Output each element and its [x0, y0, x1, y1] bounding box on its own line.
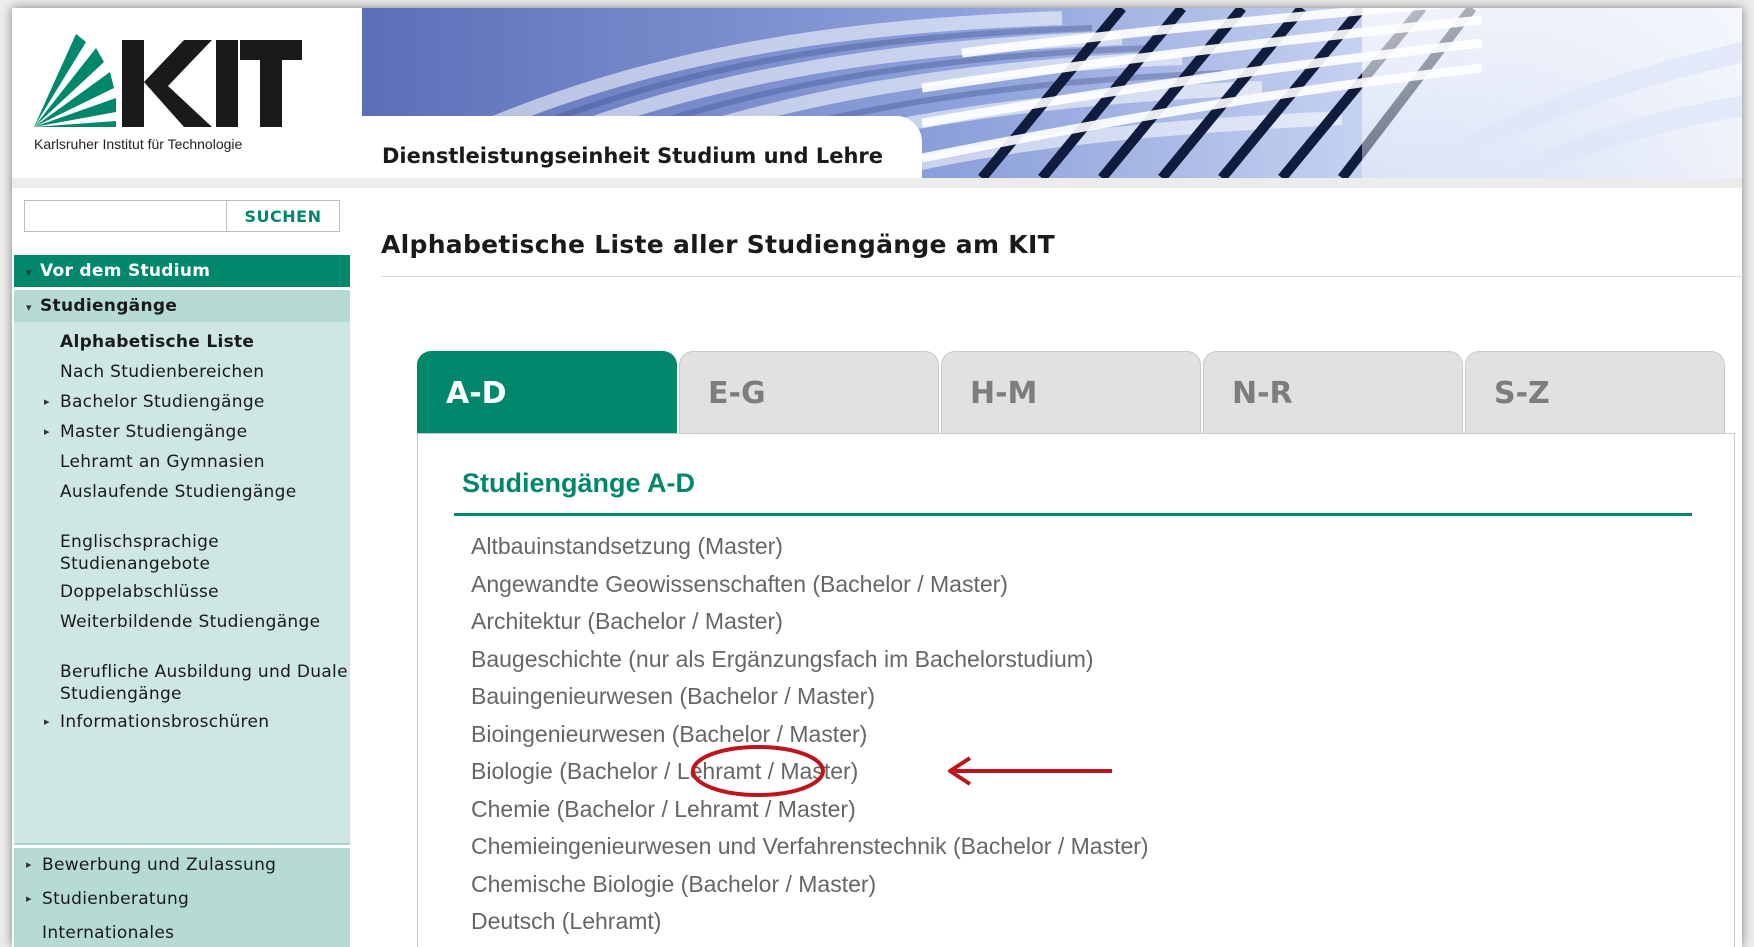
sidebar-item-label: Englischsprachige Studienangebote	[60, 532, 219, 574]
sidebar-item-alphabetische-liste[interactable]: Alphabetische Liste	[60, 331, 350, 353]
sidebar-item-label: Berufliche Ausbildung und Duale Studieng…	[60, 662, 348, 704]
banner-title: Dienstleistungseinheit Studium und Lehre	[382, 144, 884, 168]
nav-section-label: Internationales Studienvorbereitung	[42, 923, 175, 943]
nav-studiengaenge-block: ▾ Studiengänge Alphabetische Liste Nach S…	[14, 290, 350, 845]
nav-sections: ▸ Bewerbung und Zulassung ▸ Studienberatun…	[14, 848, 350, 947]
caret-right-icon: ▸	[26, 858, 32, 871]
sidebar-item-label: Nach Studienbereichen	[60, 362, 265, 382]
sidebar-item-englischsprachige[interactable]: Englischsprachige Studienangebote	[60, 531, 350, 575]
sidebar-item-nach-studienbereichen[interactable]: Nach Studienbereichen	[60, 361, 350, 383]
tab-panel: Studiengänge A-D Altbauinstandsetzung (M…	[417, 433, 1735, 947]
nav-studiengaenge-label: Studiengänge	[40, 296, 178, 316]
nav-studienberatung[interactable]: ▸ Studienberatung	[26, 886, 342, 912]
tab-n-r[interactable]: N-R	[1203, 351, 1463, 433]
course-link[interactable]: Chemie (Bachelor / Lehramt / Master)	[471, 796, 1149, 834]
header-banner: Dienstleistungseinheit Studium und Lehre	[362, 8, 1742, 178]
sidebar-item-label: Lehramt an Gymnasien	[60, 452, 265, 472]
sidebar-item-label: Informationsbroschüren	[60, 712, 270, 732]
sidebar-item-master[interactable]: ▸ Master Studiengänge	[44, 421, 350, 443]
course-link[interactable]: Architektur (Bachelor / Master)	[471, 608, 1149, 646]
search-input[interactable]	[25, 201, 227, 231]
nav-studiengaenge[interactable]: ▾ Studiengänge	[14, 290, 350, 322]
page-title: Alphabetische Liste aller Studiengänge a…	[381, 230, 1055, 259]
nav-internationales[interactable]: Internationales Studienvorbereitung	[42, 920, 342, 947]
course-link[interactable]: Chemieingenieurwesen und Verfahrenstechn…	[471, 833, 1149, 871]
nav-bewerbung[interactable]: ▸ Bewerbung und Zulassung	[26, 852, 342, 878]
page-frame: Karlsruher Institut für Technologie Dien…	[12, 8, 1742, 947]
logo-subtitle: Karlsruher Institut für Technologie	[34, 136, 243, 152]
sidebar-item-doppelabschluesse[interactable]: Doppelabschlüsse	[60, 581, 350, 603]
sidebar-item-auslaufende[interactable]: Auslaufende Studiengänge	[60, 481, 350, 503]
sidebar-item-label: Master Studiengänge	[60, 422, 248, 442]
sidebar-item-weiterbildende[interactable]: Weiterbildende Studiengänge	[60, 611, 350, 633]
sidebar-item-informationsbroschueren[interactable]: ▸ Informationsbroschüren	[44, 711, 350, 733]
search-box: SUCHEN	[24, 200, 340, 232]
sidebar-item-lehramt[interactable]: Lehramt an Gymnasien	[60, 451, 350, 473]
sidebar: SUCHEN ▾ Vor dem Studium ▾ Studiengänge Al…	[12, 188, 350, 947]
nav-section-label: Studienberatung	[42, 889, 190, 909]
caret-down-icon: ▾	[26, 266, 32, 279]
panel-heading: Studiengänge A-D	[462, 468, 695, 498]
panel-divider	[454, 513, 1692, 516]
course-link[interactable]: Angewandte Geowissenschaften (Bachelor /…	[471, 571, 1149, 609]
tab-e-g[interactable]: E-G	[679, 351, 939, 433]
sidebar-item-label: Bachelor Studiengänge	[60, 392, 265, 412]
tab-a-d[interactable]: A-D	[417, 351, 677, 433]
course-link[interactable]: Deutsch (Lehramt)	[471, 908, 1149, 946]
letter-tabs: A-D E-G H-M N-R S-Z	[417, 351, 1735, 433]
sidebar-item-berufliche-ausbildung[interactable]: Berufliche Ausbildung und Duale Studieng…	[60, 661, 350, 705]
sidebar-item-label: Auslaufende Studiengänge	[60, 482, 297, 502]
caret-down-icon: ▾	[26, 301, 32, 314]
course-link[interactable]: Baugeschichte (nur als Ergänzungsfach im…	[471, 646, 1149, 684]
nav-vor-dem-studium-label: Vor dem Studium	[40, 261, 211, 281]
header-divider	[12, 178, 1742, 188]
course-link[interactable]: Biologie (Bachelor / Lehramt / Master)	[471, 758, 1149, 796]
tab-s-z[interactable]: S-Z	[1465, 351, 1725, 433]
course-list: Altbauinstandsetzung (Master) Angewandte…	[471, 533, 1149, 946]
kit-logo[interactable]: Karlsruher Institut für Technologie	[12, 8, 362, 178]
sidebar-item-label: Alphabetische Liste	[60, 332, 255, 352]
course-link[interactable]: Chemische Biologie (Bachelor / Master)	[471, 871, 1149, 909]
caret-right-icon: ▸	[44, 425, 50, 438]
sidebar-item-label: Weiterbildende Studiengänge	[60, 612, 321, 632]
banner-title-tab: Dienstleistungseinheit Studium und Lehre	[362, 116, 922, 178]
course-link[interactable]: Bauingenieurwesen (Bachelor / Master)	[471, 683, 1149, 721]
caret-right-icon: ▸	[44, 715, 50, 728]
caret-right-icon: ▸	[44, 395, 50, 408]
caret-right-icon: ▸	[26, 892, 32, 905]
divider	[381, 276, 1742, 277]
sidebar-item-bachelor[interactable]: ▸ Bachelor Studiengänge	[44, 391, 350, 413]
tab-h-m[interactable]: H-M	[941, 351, 1201, 433]
course-link[interactable]: Bioingenieurwesen (Bachelor / Master)	[471, 721, 1149, 759]
sidebar-item-label: Doppelabschlüsse	[60, 582, 219, 602]
search-button[interactable]: SUCHEN	[227, 201, 339, 231]
course-link[interactable]: Altbauinstandsetzung (Master)	[471, 533, 1149, 571]
kit-logo-icon	[34, 34, 302, 127]
nav-section-label: Bewerbung und Zulassung	[42, 855, 277, 875]
nav-vor-dem-studium[interactable]: ▾ Vor dem Studium	[14, 255, 350, 287]
